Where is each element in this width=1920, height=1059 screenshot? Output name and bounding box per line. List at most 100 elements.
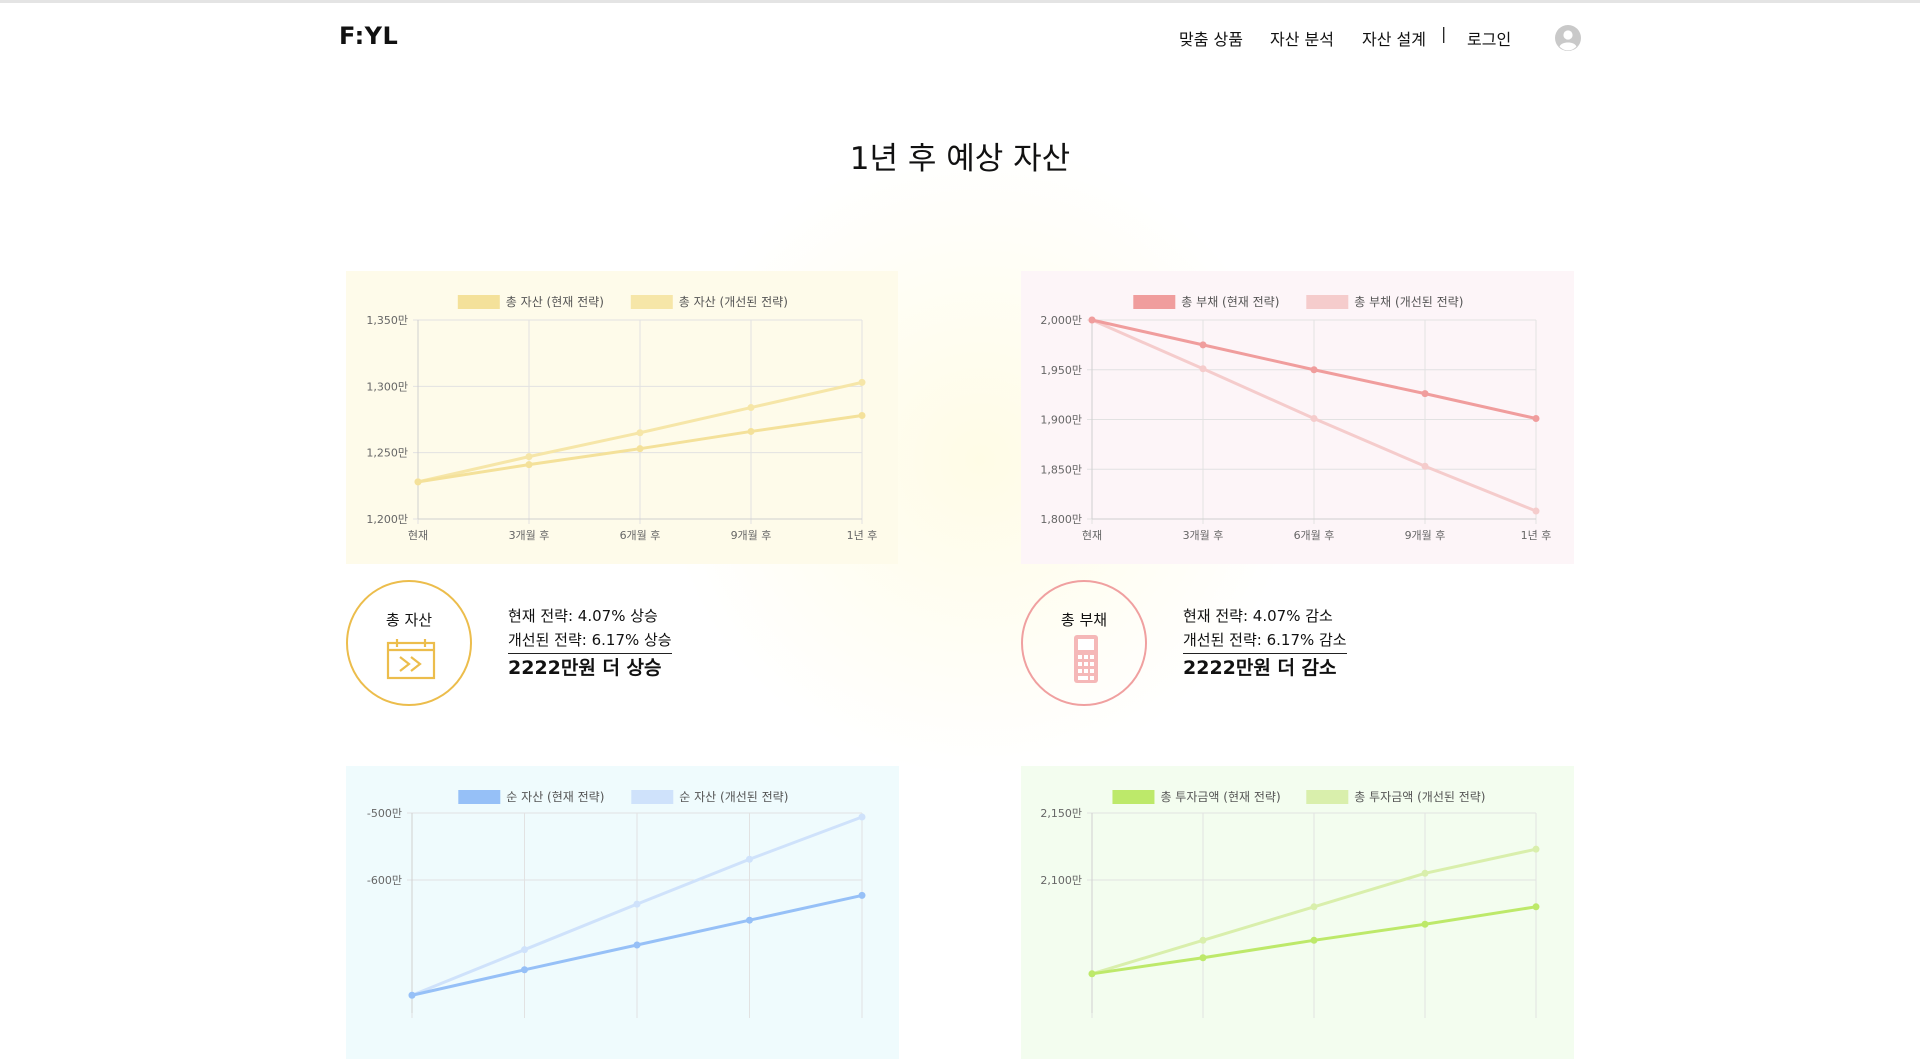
asset-data-point [636, 429, 644, 437]
net-y-tick-label: -500만 [367, 807, 402, 820]
asset-legend-label[interactable]: 총 자산 (개선된 전략) [679, 295, 788, 309]
asset-data-point [858, 378, 866, 386]
debt-data-point [1199, 365, 1207, 373]
debt-legend-swatch[interactable] [1306, 295, 1349, 309]
asset-data-point [747, 404, 755, 412]
invest-data-point [1421, 869, 1429, 877]
invest-data-point [1532, 845, 1540, 853]
net-chart-background [346, 766, 899, 1059]
debt-y-tick-label: 1,850만 [1040, 463, 1082, 476]
debt-legend-swatch[interactable] [1133, 295, 1176, 309]
invest-y-tick-label: 2,100만 [1040, 874, 1082, 887]
invest-legend-swatch[interactable] [1112, 790, 1155, 804]
debt-chart-svg: 2,000만 1,950만 1,900만 1,850만 1,800만현재 3개월 후 6개월… [1021, 271, 1574, 564]
net-legend-label[interactable]: 순 자산 (개선된 전략) [679, 790, 788, 804]
debt-data-point [1421, 462, 1429, 470]
debt-data-point [1088, 316, 1096, 324]
invest-data-point [1532, 903, 1540, 911]
debt-x-tick-label: 9개월 후 [1405, 529, 1446, 542]
debt-x-tick-label: 1년 후 [1521, 529, 1552, 542]
asset-improved-strategy-text: 개선된 전략: 6.17% 상승 [508, 628, 672, 654]
debt-improved-strategy-text: 개선된 전략: 6.17% 감소 [1183, 628, 1347, 654]
invest-legend-label[interactable]: 총 투자금액 (개선된 전략) [1354, 790, 1485, 804]
asset-data-point [525, 461, 533, 469]
nav-item-recommended-products[interactable]: 맞춤 상품 [1179, 26, 1243, 50]
calculator-icon [1074, 635, 1098, 683]
invest-y-tick-label: 2,150만 [1040, 807, 1082, 820]
total-debt-summary-circle: 총 부채 [1021, 580, 1147, 706]
net-asset-chart: -500만 -600만 순 자산 (현재 전략) 순 자산 (개선된 전략) [346, 766, 899, 1059]
debt-x-tick-label: 현재 [1082, 529, 1102, 542]
net-legend-swatch[interactable] [631, 790, 674, 804]
asset-y-tick-label: 1,250만 [366, 447, 408, 460]
invest-data-point [1199, 936, 1207, 944]
net-data-point [858, 813, 866, 821]
asset-y-tick-label: 1,300만 [366, 380, 408, 393]
asset-current-strategy-text: 현재 전략: 4.07% 상승 [508, 607, 658, 625]
asset-legend-swatch[interactable] [630, 295, 673, 309]
total-asset-chart: 1,350만 1,300만 1,250만 1,200만 현재 3개월 후 6개월 후 9개월 … [346, 271, 898, 564]
total-asset-summary: 현재 전략: 4.07% 상승 개선된 전략: 6.17% 상승 2222만원 … [508, 604, 672, 680]
total-debt-chart: 2,000만 1,950만 1,900만 1,850만 1,800만 현재 3개월 후 6개월… [1021, 271, 1574, 564]
asset-legend-swatch[interactable] [457, 295, 500, 309]
invest-data-point [1310, 903, 1318, 911]
net-data-point [858, 891, 866, 899]
asset-chart-svg: 1,350만 1,300만 1,250만 1,200만현재 3개월 후 6개월 후 9개월 … [346, 271, 898, 564]
invest-data-point [1421, 920, 1429, 928]
debt-data-point [1310, 415, 1318, 423]
total-investment-chart: 2,150만 2,100만 총 투자금액 (현재 전략) 총 투자금액 (개선된 전략… [1021, 766, 1574, 1059]
asset-x-tick-label: 9개월 후 [731, 529, 772, 542]
debt-legend-label[interactable]: 총 부채 (개선된 전략) [1354, 295, 1463, 309]
invest-legend-label[interactable]: 총 투자금액 (현재 전략) [1160, 790, 1280, 804]
debt-data-point [1199, 341, 1207, 349]
net-chart-svg: -500만 -600만 순 자산 (현재 전략) 순 자산 (개선된 전략) [346, 766, 899, 1059]
asset-x-tick-label: 1년 후 [847, 529, 878, 542]
user-avatar-icon[interactable] [1555, 25, 1581, 51]
invest-chart-svg: 2,150만 2,100만 총 투자금액 (현재 전략) 총 투자금액 (개선된 전략… [1021, 766, 1574, 1059]
invest-data-point [1310, 936, 1318, 944]
net-legend-swatch[interactable] [458, 790, 501, 804]
debt-difference-text: 2222만원 더 감소 [1183, 657, 1337, 679]
net-legend-label[interactable]: 순 자산 (현재 전략) [506, 790, 604, 804]
debt-x-tick-label: 3개월 후 [1183, 529, 1224, 542]
debt-chart-background [1021, 271, 1574, 564]
asset-data-point [858, 412, 866, 420]
top-border [0, 0, 1920, 3]
total-debt-label: 총 부채 [1060, 611, 1108, 629]
nav-item-asset-design[interactable]: 자산 설계 [1362, 26, 1426, 50]
debt-y-tick-label: 1,800만 [1040, 513, 1082, 526]
net-data-point [746, 916, 753, 924]
debt-data-point [1532, 415, 1540, 423]
debt-y-tick-label: 2,000만 [1040, 314, 1082, 327]
net-data-point [521, 966, 528, 974]
asset-data-point [636, 445, 644, 453]
asset-y-tick-label: 1,200만 [366, 513, 408, 526]
asset-x-tick-label: 현재 [408, 529, 428, 542]
invest-legend-swatch[interactable] [1306, 790, 1349, 804]
invest-data-point [1199, 954, 1207, 962]
debt-data-point [1421, 390, 1429, 398]
total-asset-summary-circle: 총 자산 [346, 580, 472, 706]
debt-legend-label[interactable]: 총 부채 (현재 전략) [1181, 295, 1279, 309]
net-data-point [633, 941, 641, 949]
nav-item-asset-analysis[interactable]: 자산 분석 [1270, 26, 1334, 50]
nav-separator: | [1441, 24, 1447, 43]
net-data-point [408, 991, 416, 999]
invest-data-point [1088, 970, 1096, 978]
asset-x-tick-label: 3개월 후 [509, 529, 550, 542]
asset-data-point [414, 478, 422, 486]
asset-legend-label[interactable]: 총 자산 (현재 전략) [506, 295, 604, 309]
debt-data-point [1310, 366, 1318, 374]
debt-data-point [1532, 507, 1540, 515]
asset-data-point [525, 453, 533, 461]
page-title: 1년 후 예상 자산 [849, 140, 1071, 177]
net-data-point [521, 946, 528, 954]
asset-chart-background [346, 271, 898, 564]
nav-login-link[interactable]: 로그인 [1467, 26, 1511, 50]
debt-current-strategy-text: 현재 전략: 4.07% 감소 [1183, 607, 1333, 625]
total-debt-summary: 현재 전략: 4.07% 감소 개선된 전략: 6.17% 감소 2222만원 … [1183, 604, 1347, 680]
debt-x-tick-label: 6개월 후 [1294, 529, 1335, 542]
asset-x-tick-label: 6개월 후 [620, 529, 661, 542]
debt-y-tick-label: 1,950만 [1040, 364, 1082, 377]
brand-logo[interactable]: F:YL [339, 22, 398, 50]
